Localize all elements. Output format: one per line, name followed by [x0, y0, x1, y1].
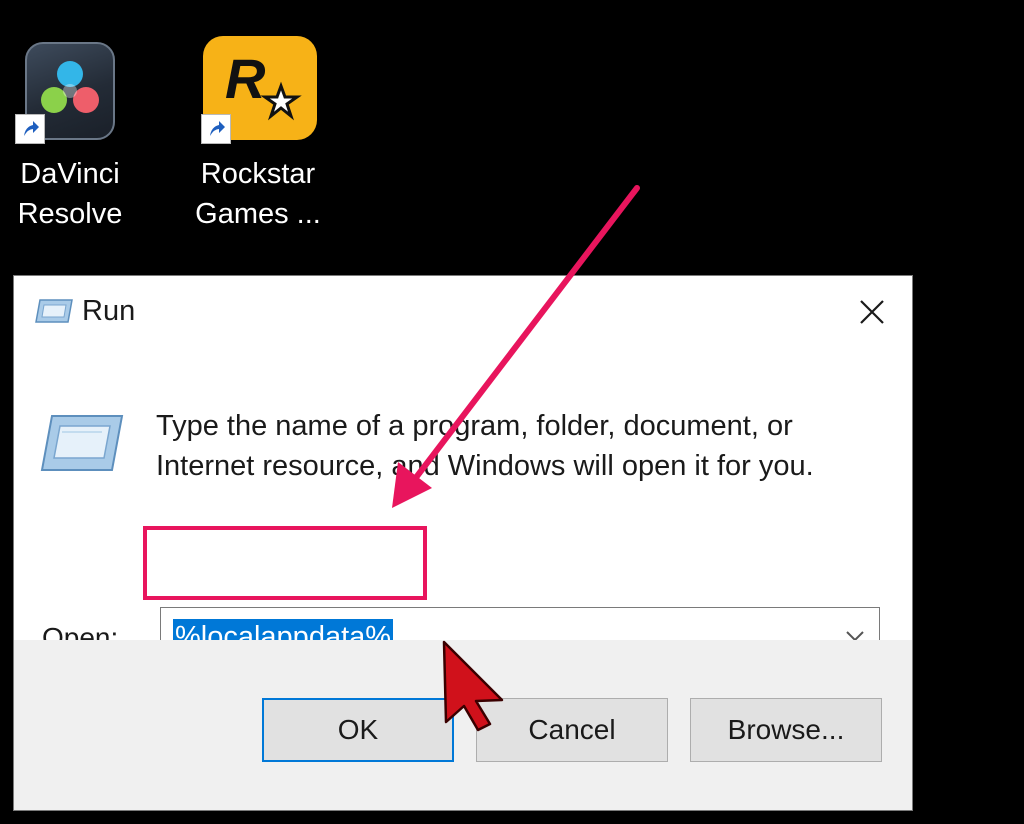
- window-title: Run: [82, 295, 136, 327]
- desktop: DaVinci Resolve R Rockstar Games ... Run…: [0, 0, 1024, 824]
- run-program-icon: [40, 412, 124, 474]
- run-icon: [34, 296, 74, 326]
- cancel-button[interactable]: Cancel: [476, 698, 668, 762]
- title-bar[interactable]: Run: [14, 276, 912, 350]
- desktop-icon-label: Rockstar Games ...: [195, 158, 321, 230]
- desktop-icon-label: DaVinci Resolve: [17, 158, 123, 230]
- browse-button[interactable]: Browse...: [690, 698, 882, 762]
- dialog-body: Type the name of a program, folder, docu…: [14, 350, 912, 665]
- run-dialog: Run Type the name of a program, folder, …: [14, 276, 912, 810]
- shortcut-arrow-icon: [15, 114, 45, 144]
- close-icon: [860, 300, 884, 324]
- dialog-footer: OK Cancel Browse...: [14, 640, 912, 810]
- dialog-description: Type the name of a program, folder, docu…: [156, 410, 814, 482]
- ok-button[interactable]: OK: [262, 698, 454, 762]
- svg-text:R: R: [225, 47, 266, 110]
- shortcut-arrow-icon: [201, 114, 231, 144]
- close-button[interactable]: [844, 288, 900, 336]
